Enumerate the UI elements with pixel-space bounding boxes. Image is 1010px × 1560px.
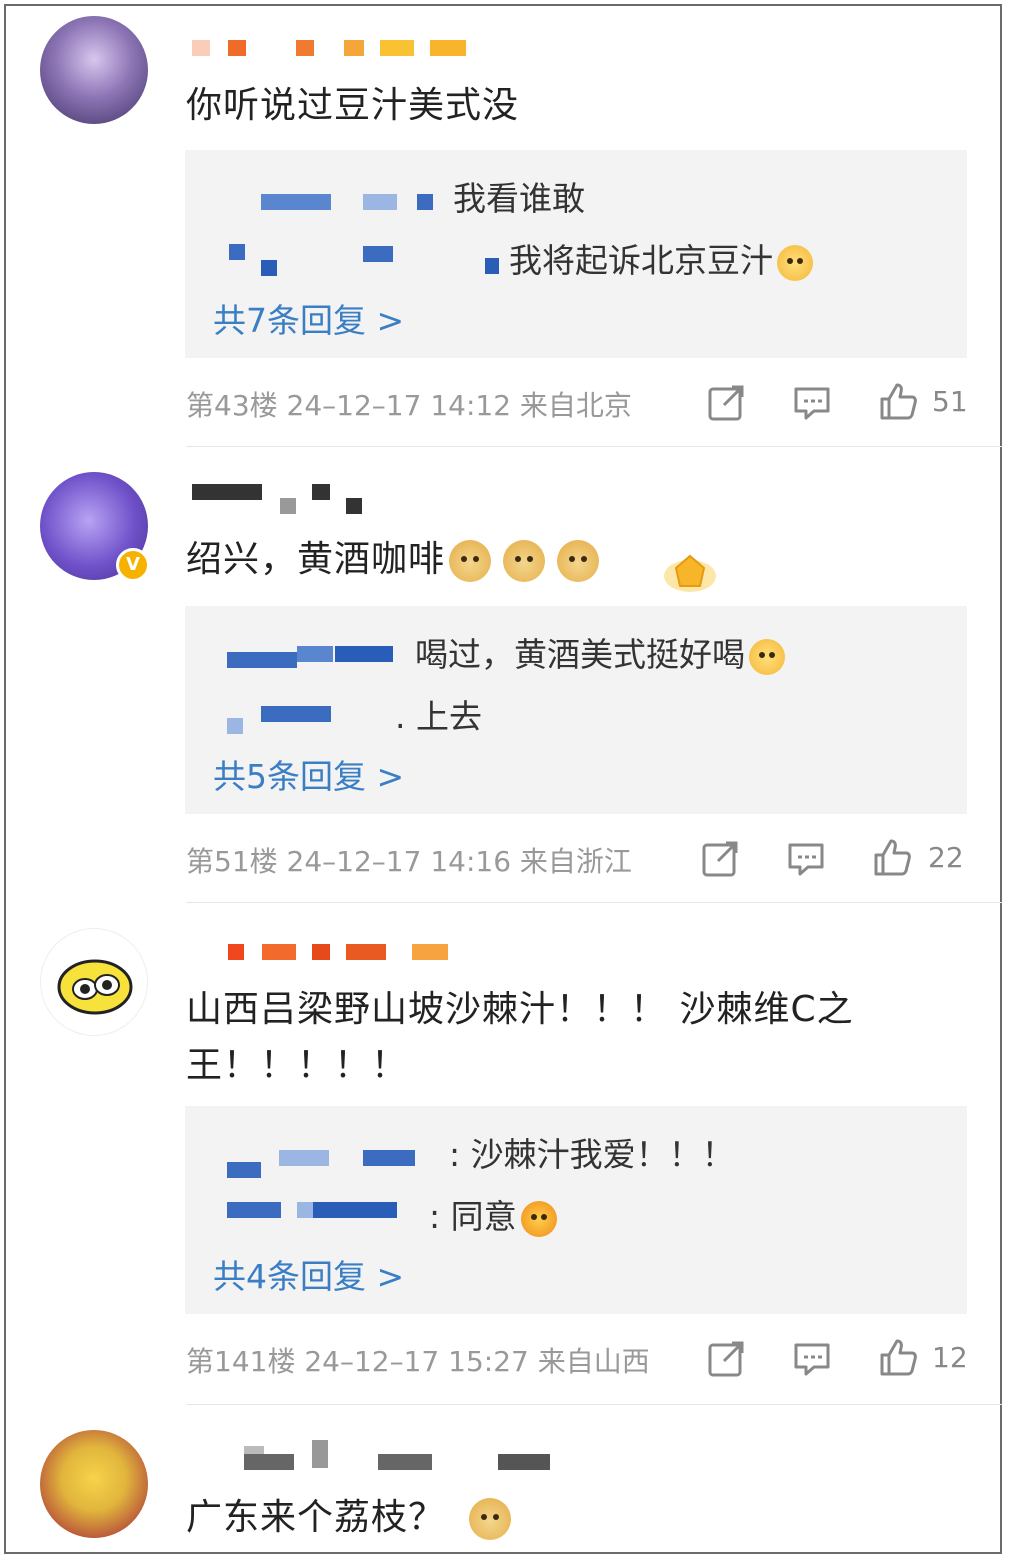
comment-meta: 第141楼 24–12–17 15:27 来自山西 — [186, 1345, 650, 1378]
comment-meta: 第51楼 24–12–17 14:16 来自浙江 — [186, 845, 632, 878]
share-icon[interactable] — [700, 839, 740, 879]
user-avatar[interactable] — [40, 928, 148, 1036]
like-count: 22 — [928, 841, 964, 874]
share-icon[interactable] — [706, 1339, 746, 1379]
laugh-cry-emoji-icon — [749, 638, 785, 675]
divider — [186, 902, 1002, 903]
comment-text: 广东来个荔枝？ — [186, 1488, 512, 1540]
cartoon-avatar-icon — [57, 959, 133, 1015]
comment-icon[interactable] — [792, 1339, 832, 1379]
comment-text: 绍兴，黄酒咖啡 — [186, 530, 600, 582]
reply-text: : 同意 — [429, 1190, 557, 1238]
reply-text: 我将起诉北京豆汁 — [509, 234, 813, 282]
reply-text: 喝过，黄酒美式挺好喝 — [415, 628, 785, 676]
comment-text: 你听说过豆汁美式没 — [186, 85, 520, 126]
comment-meta: 第43楼 24–12–17 14:12 来自北京 — [186, 389, 632, 422]
view-all-replies-link[interactable]: 共4条回复 > — [213, 1250, 404, 1298]
thumbs-up-icon[interactable] — [878, 381, 918, 421]
like-count: 12 — [932, 1341, 968, 1374]
reply-preview-box[interactable]: 我看谁敢 我将起诉北京豆汁 共7条回复 > — [185, 150, 967, 358]
thumbs-up-icon[interactable] — [878, 1337, 918, 1377]
reply-preview-box[interactable]: 喝过，黄酒美式挺好喝 . 上去 共5条回复 > — [185, 606, 967, 814]
comment-text: 山西吕梁野山坡沙棘汁！！！ 沙棘维C之王！！！！！ — [186, 989, 854, 1086]
reply-text: : 沙棘汁我爱！！！ — [449, 1135, 735, 1174]
divider — [186, 446, 1002, 447]
surprised-emoji-icon — [777, 244, 813, 281]
reply-text: . 上去 — [395, 697, 482, 736]
like-count: 51 — [932, 385, 968, 418]
laughing-emoji-icon — [520, 1200, 557, 1237]
doge-emoji-icon — [503, 540, 546, 582]
thumbs-up-icon[interactable] — [872, 837, 912, 877]
doge-emoji-icon — [469, 1498, 512, 1540]
user-avatar[interactable] — [40, 16, 148, 124]
doge-emoji-icon — [557, 540, 600, 582]
user-avatar[interactable] — [40, 1430, 148, 1538]
verified-badge-icon: V — [116, 548, 150, 582]
divider — [186, 1404, 1002, 1405]
view-all-replies-link[interactable]: 共5条回复 > — [213, 750, 404, 798]
reply-text: 我看谁敢 — [453, 179, 585, 218]
share-icon[interactable] — [706, 383, 746, 423]
comment-icon[interactable] — [792, 383, 832, 423]
doge-emoji-icon — [449, 540, 492, 582]
reply-preview-box[interactable]: : 沙棘汁我爱！！！ : 同意 共4条回复 > — [185, 1106, 967, 1314]
fan-badge-icon — [664, 554, 716, 592]
view-all-replies-link[interactable]: 共7条回复 > — [213, 294, 404, 342]
comment-icon[interactable] — [786, 839, 826, 879]
